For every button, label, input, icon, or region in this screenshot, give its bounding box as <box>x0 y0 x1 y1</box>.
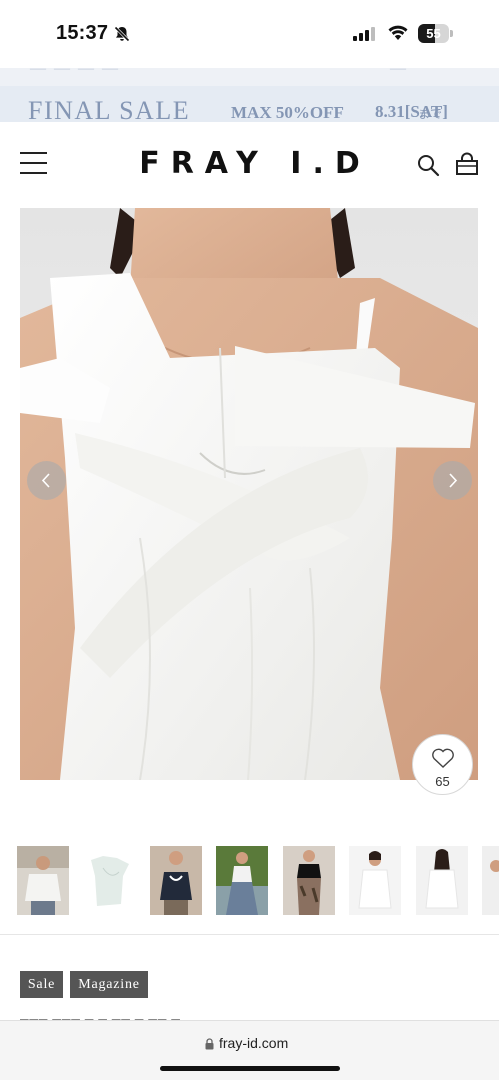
tag-magazine[interactable]: Magazine <box>70 971 148 998</box>
product-thumbnail[interactable] <box>283 846 335 915</box>
sale-banner-until: まで <box>418 107 443 121</box>
signal-icon <box>353 27 375 41</box>
heart-icon <box>432 748 454 768</box>
bell-slash-icon <box>114 26 130 42</box>
tag-sale[interactable]: Sale <box>20 971 63 998</box>
shopping-bag-icon[interactable] <box>455 152 479 176</box>
site-header: FRAY I.D <box>0 122 499 208</box>
battery-icon: 55 <box>418 24 453 43</box>
carousel-prev-button[interactable] <box>27 461 66 500</box>
favorite-count: 65 <box>435 774 450 789</box>
home-indicator <box>160 1066 340 1071</box>
product-thumbnail[interactable] <box>150 846 202 915</box>
battery-level: 55 <box>426 26 441 41</box>
status-bar: 15:37 55 <box>0 0 499 68</box>
url-text[interactable]: fray-id.com <box>219 1035 288 1051</box>
product-thumbnail[interactable] <box>416 846 468 915</box>
product-thumbnail[interactable] <box>17 846 69 915</box>
product-thumbnail[interactable] <box>482 846 499 915</box>
product-thumbnail[interactable] <box>349 846 401 915</box>
product-main-image[interactable] <box>20 208 478 780</box>
sale-banner-title: FINAL SALE <box>28 96 191 122</box>
search-icon[interactable] <box>416 153 440 177</box>
chevron-right-icon <box>449 473 458 488</box>
divider <box>0 934 499 935</box>
sale-banner-discount: MAX 50%OFF <box>231 103 344 122</box>
product-thumbnail[interactable] <box>216 846 268 915</box>
browser-address-bar[interactable]: fray-id.com <box>0 1020 499 1080</box>
lock-icon <box>205 1038 214 1050</box>
promo-strip-clipped[interactable]: — — — — — <box>0 68 499 86</box>
sale-banner[interactable]: FINAL SALE MAX 50%OFF 8.31[SAT] まで <box>0 86 499 122</box>
favorite-button[interactable]: 65 <box>412 734 473 795</box>
wifi-icon <box>388 25 408 40</box>
carousel-next-button[interactable] <box>433 461 472 500</box>
chevron-left-icon <box>41 473 50 488</box>
thumbnail-strip <box>0 846 499 916</box>
status-time: 15:37 <box>56 22 109 44</box>
product-thumbnail[interactable] <box>83 846 135 915</box>
